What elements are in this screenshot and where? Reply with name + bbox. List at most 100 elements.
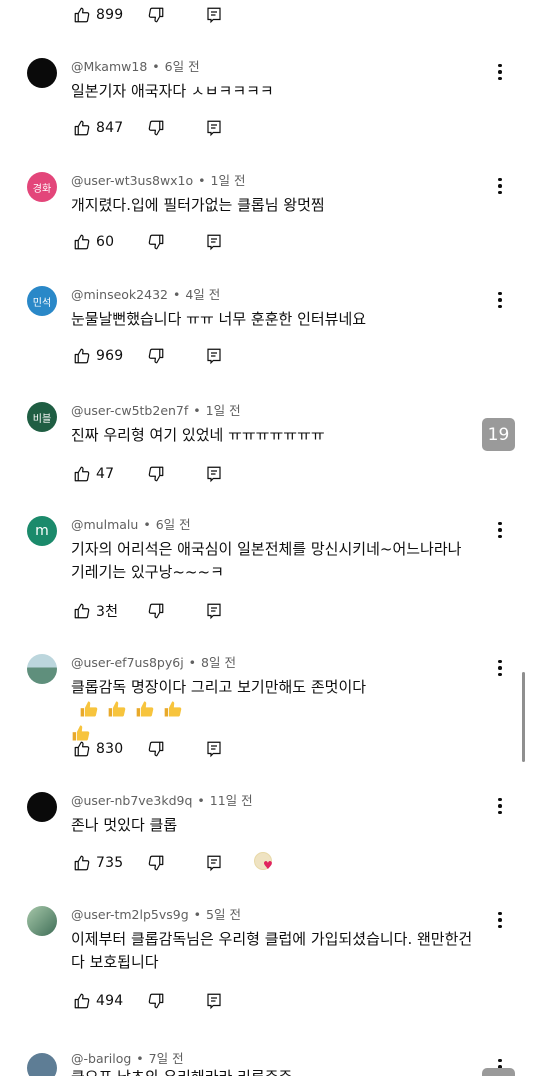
avatar[interactable]: 민석: [27, 286, 57, 316]
comment-text: 클롭감독 명장이다 그리고 보기만해도 존멋이다: [71, 676, 508, 747]
thumb-up-icon[interactable]: [72, 118, 92, 138]
thumb-down-icon[interactable]: [146, 5, 166, 25]
comment-actions: 969: [72, 345, 224, 367]
comment-time: 11일 전: [209, 793, 253, 808]
like-count: 969: [96, 348, 124, 364]
avatar[interactable]: [27, 906, 57, 936]
thumbs-up-emoji: [107, 699, 127, 719]
like-count: 3천: [96, 604, 119, 620]
like-count: 899: [96, 7, 124, 23]
comment-author[interactable]: @user-nb7ve3kd9q: [71, 793, 192, 808]
comment-meta: @user-nb7ve3kd9q • 11일 전: [71, 793, 253, 808]
creator-heart-icon: ♥: [254, 852, 280, 874]
thumbs-up-emoji: [79, 699, 99, 719]
comment-meta: @user-tm2lp5vs9g • 5일 전: [71, 907, 241, 922]
thumb-down-icon[interactable]: [146, 232, 166, 252]
thumbs-up-emoji: [163, 699, 183, 719]
comment-time: 7일 전: [148, 1051, 184, 1066]
comment-author[interactable]: @Mkamw18: [71, 59, 147, 74]
avatar[interactable]: 비블: [27, 402, 57, 432]
like-count: 494: [96, 993, 124, 1009]
reply-icon[interactable]: [204, 991, 224, 1011]
comment-text: 기자의 어리석은 애국심이 일본전체를 망신시키네~어느나라나 기레기는 있구낭…: [71, 540, 462, 581]
comment-time: 6일 전: [164, 59, 200, 74]
reply-icon[interactable]: [204, 853, 224, 873]
thumbs-up-emoji: [135, 699, 155, 719]
thumb-down-icon[interactable]: [146, 346, 166, 366]
thumb-up-icon[interactable]: [72, 232, 92, 252]
comment-text: 진짜 우리형 여기 있었네 ㅠㅠㅠㅠㅠㅠㅠ: [71, 426, 325, 444]
thumb-up-icon[interactable]: [72, 5, 92, 25]
comment-author[interactable]: @user-cw5tb2en7f: [71, 403, 188, 418]
reply-icon[interactable]: [204, 739, 224, 759]
comment-meta: @mulmalu • 6일 전: [71, 517, 191, 532]
partial-comment: @-barilog•7일 전 클오프 남초의 우리해라라 리루주주: [0, 1048, 538, 1076]
comment-actions: 60: [72, 231, 224, 253]
comment-actions: 830: [72, 738, 224, 760]
thumb-up-icon[interactable]: [72, 853, 92, 873]
comment-text: 눈물날뻔했습니다 ㅠㅠ 너무 훈훈한 인터뷰네요: [71, 310, 367, 328]
thumb-up-icon[interactable]: [72, 991, 92, 1011]
comment-author[interactable]: @user-wt3us8wx1o: [71, 173, 193, 188]
comment-meta: @Mkamw18 • 6일 전: [71, 59, 200, 74]
more-vert-icon[interactable]: [490, 796, 510, 816]
comment-meta: @user-wt3us8wx1o • 1일 전: [71, 173, 246, 188]
more-vert-icon[interactable]: [490, 176, 510, 196]
more-vert-icon[interactable]: [490, 520, 510, 540]
comment-time: 6일 전: [155, 517, 191, 532]
more-vert-icon[interactable]: [490, 658, 510, 678]
more-vert-icon[interactable]: [490, 910, 510, 930]
comment-meta: @minseok2432 • 4일 전: [71, 287, 221, 302]
like-count: 735: [96, 855, 124, 871]
reply-icon[interactable]: [204, 601, 224, 621]
avatar[interactable]: [27, 1053, 57, 1076]
reply-icon[interactable]: [204, 346, 224, 366]
avatar[interactable]: [27, 792, 57, 822]
reply-icon[interactable]: [204, 232, 224, 252]
comment-time: 1일 전: [205, 403, 241, 418]
comment-meta: @user-ef7us8py6j • 8일 전: [71, 655, 236, 670]
scroll-badge-edge: [482, 1068, 515, 1076]
comment-text: 클오프 남초의 우리해라라 리루주주: [71, 1066, 292, 1076]
comment-text: 존나 멋있다 클롭: [71, 816, 178, 834]
like-count: 47: [96, 466, 115, 482]
comment-text: 이제부터 클롭감독님은 우리형 클럽에 가입되셨습니다. 왠만한건 다 보호됩니…: [71, 930, 473, 971]
more-vert-icon[interactable]: [490, 62, 510, 82]
comment-actions: 847: [72, 117, 224, 139]
reply-icon[interactable]: [204, 5, 224, 25]
avatar[interactable]: [27, 654, 57, 684]
reply-icon[interactable]: [204, 464, 224, 484]
comment-actions: 735 ♥: [72, 852, 280, 874]
comment-author[interactable]: @user-ef7us8py6j: [71, 655, 184, 670]
comment-time: 5일 전: [206, 907, 241, 922]
thumb-down-icon[interactable]: [146, 739, 166, 759]
comment-actions: 47: [72, 463, 224, 485]
thumb-down-icon[interactable]: [146, 991, 166, 1011]
top-comment-actions: 899: [72, 4, 224, 26]
avatar[interactable]: 경화: [27, 172, 57, 202]
avatar[interactable]: m: [27, 516, 57, 546]
comment-author[interactable]: @minseok2432: [71, 287, 168, 302]
thumb-up-icon[interactable]: [72, 739, 92, 759]
avatar[interactable]: [27, 58, 57, 88]
thumb-up-icon[interactable]: [72, 346, 92, 366]
like-count: 847: [96, 120, 124, 136]
thumb-down-icon[interactable]: [146, 601, 166, 621]
scrollbar[interactable]: [522, 672, 525, 762]
comment-author[interactable]: @user-tm2lp5vs9g: [71, 907, 189, 922]
comment-author[interactable]: @-barilog: [71, 1051, 131, 1066]
comment-text: 일본기자 애국자다 ㅅㅂㅋㅋㅋㅋ: [71, 82, 274, 100]
comment-meta: @user-cw5tb2en7f • 1일 전: [71, 403, 241, 418]
thumb-down-icon[interactable]: [146, 464, 166, 484]
comment-author[interactable]: @mulmalu: [71, 517, 138, 532]
thumb-up-icon[interactable]: [72, 464, 92, 484]
thumb-down-icon[interactable]: [146, 853, 166, 873]
reply-icon[interactable]: [204, 118, 224, 138]
thumb-up-icon[interactable]: [72, 601, 92, 621]
more-vert-icon[interactable]: [490, 290, 510, 310]
thumb-down-icon[interactable]: [146, 118, 166, 138]
scroll-position-badge: 19: [482, 418, 515, 451]
comment-actions: 494: [72, 990, 224, 1012]
like-count: 60: [96, 234, 115, 250]
like-count: 830: [96, 741, 124, 757]
